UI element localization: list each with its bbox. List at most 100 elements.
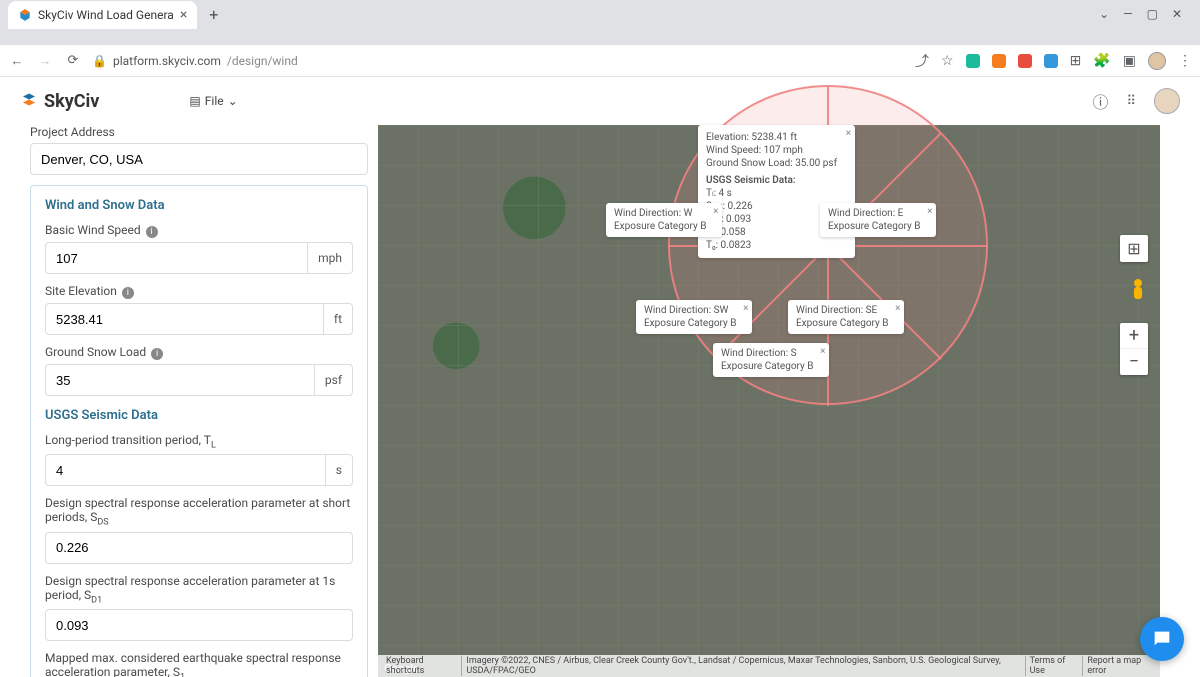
user-avatar[interactable] xyxy=(1154,88,1180,114)
tab-favicon xyxy=(18,8,32,22)
star-icon[interactable]: ☆ xyxy=(941,53,954,69)
window-maximize-icon[interactable]: ▢ xyxy=(1147,7,1158,21)
chat-icon xyxy=(1151,628,1173,650)
info-snow: Ground Snow Load: 35.00 psf xyxy=(706,157,837,170)
sd1-input[interactable] xyxy=(45,609,353,641)
tl-unit: s xyxy=(326,454,353,486)
seismic-title: USGS Seismic Data xyxy=(45,408,353,423)
extension-icon[interactable] xyxy=(966,54,980,68)
info-icon[interactable]: i xyxy=(122,287,134,299)
info-s1: S₁: 0.058 xyxy=(706,226,837,239)
map-attribution: Keyboard shortcuts Imagery ©2022, CNES /… xyxy=(378,655,1160,677)
wind-dir-se-label: × Wind Direction: SEExposure Category B xyxy=(788,300,904,334)
keyboard-shortcuts-link[interactable]: Keyboard shortcuts xyxy=(382,656,457,676)
wind-dir-e-label: × Wind Direction: EExposure Category B xyxy=(820,203,936,237)
info-icon[interactable]: i xyxy=(146,226,158,238)
map-info-popup: × Elevation: 5238.41 ft Wind Speed: 107 … xyxy=(698,125,855,258)
tab-close-icon[interactable]: × xyxy=(180,7,187,23)
info-icon[interactable]: i xyxy=(151,348,163,360)
nav-forward-icon[interactable]: → xyxy=(36,53,54,69)
close-icon[interactable]: × xyxy=(927,205,932,218)
browser-tab-bar: SkyCiv Wind Load Genera × + ⌄ — ▢ ✕ xyxy=(0,0,1200,45)
wind-dir-s-label: × Wind Direction: SExposure Category B xyxy=(713,343,829,377)
file-icon: ▤ xyxy=(189,94,200,108)
map-pane[interactable]: × Elevation: 5238.41 ft Wind Speed: 107 … xyxy=(378,125,1160,677)
browser-tab[interactable]: SkyCiv Wind Load Genera × xyxy=(8,1,197,29)
address-bar[interactable]: 🔒 platform.skyciv.com/design/wind xyxy=(92,54,298,68)
input-sidebar: Project Address Wind and Snow Data Basic… xyxy=(30,125,378,677)
close-icon[interactable]: × xyxy=(820,345,825,358)
close-icon[interactable]: × xyxy=(846,127,851,140)
nav-reload-icon[interactable]: ⟳ xyxy=(64,53,82,68)
info-t0: T₀: 0.0823 xyxy=(706,239,837,252)
tab-title: SkyCiv Wind Load Genera xyxy=(38,8,174,22)
site-elevation-label: Site Elevation i xyxy=(45,284,353,299)
site-elevation-input[interactable] xyxy=(45,303,324,335)
window-caret-icon[interactable]: ⌄ xyxy=(1099,7,1109,21)
info-tl: Tₗ: 4 s xyxy=(706,187,837,200)
tl-label: Long-period transition period, TL xyxy=(45,433,353,450)
extension-icon[interactable] xyxy=(1044,54,1058,68)
project-address-input[interactable] xyxy=(30,143,368,175)
brand-text: SkyCiv xyxy=(44,91,99,112)
close-icon[interactable]: × xyxy=(895,302,900,315)
s1-label: Mapped max. considered earthquake spectr… xyxy=(45,651,353,677)
window-close-icon[interactable]: ✕ xyxy=(1172,7,1182,21)
info-seismic-header: USGS Seismic Data: xyxy=(706,174,837,187)
sds-label: Design spectral response acceleration pa… xyxy=(45,496,353,527)
report-error-link[interactable]: Report a map error xyxy=(1082,656,1156,676)
window-minimize-icon[interactable]: — xyxy=(1123,7,1132,21)
info-wind: Wind Speed: 107 mph xyxy=(706,144,837,157)
wind-dir-sw-label: × Wind Direction: SWExposure Category B xyxy=(636,300,752,334)
lock-icon: 🔒 xyxy=(92,54,107,68)
info-sd1: Sᴅ₁: 0.093 xyxy=(706,213,837,226)
basic-wind-speed-label: Basic Wind Speed i xyxy=(45,223,353,238)
close-icon[interactable]: × xyxy=(713,205,718,218)
ground-snow-load-input[interactable] xyxy=(45,364,315,396)
file-menu[interactable]: ▤ File ⌄ xyxy=(189,94,237,108)
file-menu-label: File xyxy=(205,94,224,108)
browser-toolbar: ← → ⟳ 🔒 platform.skyciv.com/design/wind … xyxy=(0,45,1200,77)
street-view-pegman[interactable] xyxy=(1128,277,1148,311)
project-address-label: Project Address xyxy=(30,125,368,139)
panel-title: Wind and Snow Data xyxy=(45,198,353,213)
zoom-control: + − xyxy=(1120,323,1148,375)
new-tab-button[interactable]: + xyxy=(201,5,226,24)
logo-icon xyxy=(20,92,38,110)
elevation-unit: ft xyxy=(324,303,353,335)
tl-input[interactable] xyxy=(45,454,326,486)
imagery-attribution: Imagery ©2022, CNES / Airbus, Clear Cree… xyxy=(461,656,1020,676)
wind-dir-w-label: × Wind Direction: WExposure Category B xyxy=(606,203,722,237)
bookmark-bar-icon[interactable]: ▣ xyxy=(1123,53,1136,69)
sd1-label: Design spectral response acceleration pa… xyxy=(45,574,353,605)
nav-back-icon[interactable]: ← xyxy=(8,53,26,69)
snow-load-unit: psf xyxy=(315,364,353,396)
sds-input[interactable] xyxy=(45,532,353,564)
wind-snow-panel: Wind and Snow Data Basic Wind Speed i mp… xyxy=(30,185,368,677)
extension-icon[interactable] xyxy=(1018,54,1032,68)
map-tiles-control[interactable]: ⊞ xyxy=(1120,235,1148,270)
url-path: /design/wind xyxy=(227,54,298,68)
close-icon[interactable]: × xyxy=(743,302,748,315)
puzzle-icon[interactable]: 🧩 xyxy=(1093,53,1110,69)
ground-snow-load-label: Ground Snow Load i xyxy=(45,345,353,360)
apps-grid-icon[interactable]: ⠿ xyxy=(1126,94,1136,109)
url-host: platform.skyciv.com xyxy=(113,54,221,68)
zoom-in-button[interactable]: + xyxy=(1120,323,1148,349)
profile-avatar-icon[interactable] xyxy=(1148,52,1166,70)
basic-wind-speed-input[interactable] xyxy=(45,242,308,274)
wind-speed-unit: mph xyxy=(308,242,353,274)
chat-support-button[interactable] xyxy=(1140,617,1184,661)
app-header: SkyCiv ▤ File ⌄ ⓘ ⠿ xyxy=(0,77,1200,125)
chevron-down-icon: ⌄ xyxy=(228,94,238,108)
terms-link[interactable]: Terms of Use xyxy=(1025,656,1079,676)
info-elevation: Elevation: 5238.41 ft xyxy=(706,131,837,144)
brand-logo[interactable]: SkyCiv xyxy=(20,91,99,112)
help-icon[interactable]: ⓘ xyxy=(1092,89,1108,113)
info-sds: Sᴅs: 0.226 xyxy=(706,200,837,213)
extensions-menu-icon[interactable]: ⊞ xyxy=(1070,53,1082,69)
zoom-out-button[interactable]: − xyxy=(1120,349,1148,375)
extension-icon[interactable] xyxy=(992,54,1006,68)
kebab-menu-icon[interactable]: ⋮ xyxy=(1178,53,1192,69)
share-icon[interactable]: ⤴ xyxy=(915,51,929,71)
